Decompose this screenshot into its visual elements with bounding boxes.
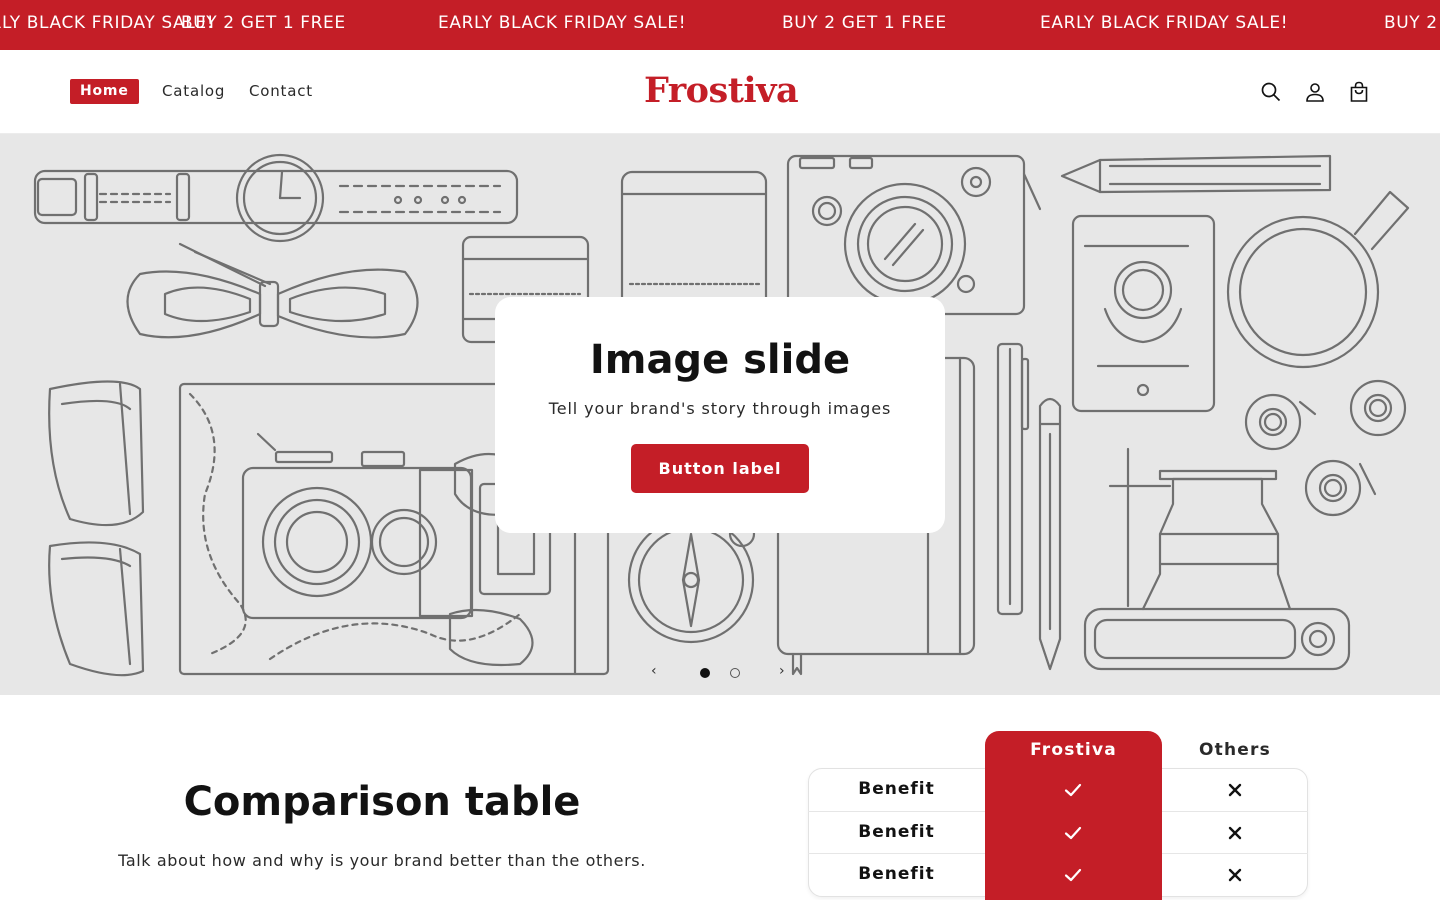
slide-next-arrow-icon[interactable]: › bbox=[779, 663, 785, 679]
benefit-label: Benefit bbox=[858, 822, 935, 842]
slide-dot-2[interactable] bbox=[730, 668, 740, 678]
cross-icon bbox=[1225, 865, 1245, 885]
search-icon[interactable] bbox=[1259, 80, 1283, 104]
announcement-item: EARLY BLACK FRIDAY SALE! bbox=[438, 13, 687, 33]
announcement-bar: EARLY BLACK FRIDAY SALE! BUY 2 GET 1 FRE… bbox=[0, 0, 1440, 50]
column-header-brand: Frostiva bbox=[1030, 740, 1117, 760]
announcement-item: BUY 2 GET 1 FREE bbox=[181, 13, 346, 33]
nav-link-home[interactable]: Home bbox=[70, 79, 139, 104]
cross-icon bbox=[1225, 780, 1245, 800]
hero-slideshow: Image slide Tell your brand's story thro… bbox=[0, 134, 1440, 695]
column-header-others: Others bbox=[1199, 740, 1271, 760]
check-icon bbox=[1063, 780, 1083, 800]
comparison-title: Comparison table bbox=[183, 779, 581, 825]
check-icon bbox=[1063, 823, 1083, 843]
hero-title: Image slide bbox=[589, 337, 851, 383]
check-icon bbox=[1063, 865, 1083, 885]
announcement-item: BUY 2 GET 1 FREE bbox=[1384, 13, 1440, 33]
benefit-label: Benefit bbox=[858, 779, 935, 799]
account-icon[interactable] bbox=[1303, 80, 1327, 104]
hero-subtitle: Tell your brand's story through images bbox=[548, 399, 892, 418]
announcement-item: EARLY BLACK FRIDAY SALE! bbox=[1040, 13, 1289, 33]
cross-icon bbox=[1225, 823, 1245, 843]
comparison-subtitle: Talk about how and why is your brand bet… bbox=[118, 851, 646, 870]
nav-link-contact[interactable]: Contact bbox=[249, 82, 313, 100]
hero-content-card: Image slide Tell your brand's story thro… bbox=[495, 297, 945, 533]
site-header: Home Catalog Contact Frostiva bbox=[0, 50, 1440, 134]
slide-prev-arrow-icon[interactable]: ‹ bbox=[651, 663, 657, 679]
brand-logo[interactable]: Frostiva bbox=[644, 70, 799, 111]
cart-icon[interactable] bbox=[1347, 80, 1371, 104]
slide-dot-1[interactable] bbox=[700, 668, 710, 678]
announcement-item: BUY 2 GET 1 FREE bbox=[782, 13, 947, 33]
hero-cta-button[interactable]: Button label bbox=[631, 444, 809, 493]
benefit-label: Benefit bbox=[858, 864, 935, 884]
nav-link-catalog[interactable]: Catalog bbox=[162, 82, 225, 100]
